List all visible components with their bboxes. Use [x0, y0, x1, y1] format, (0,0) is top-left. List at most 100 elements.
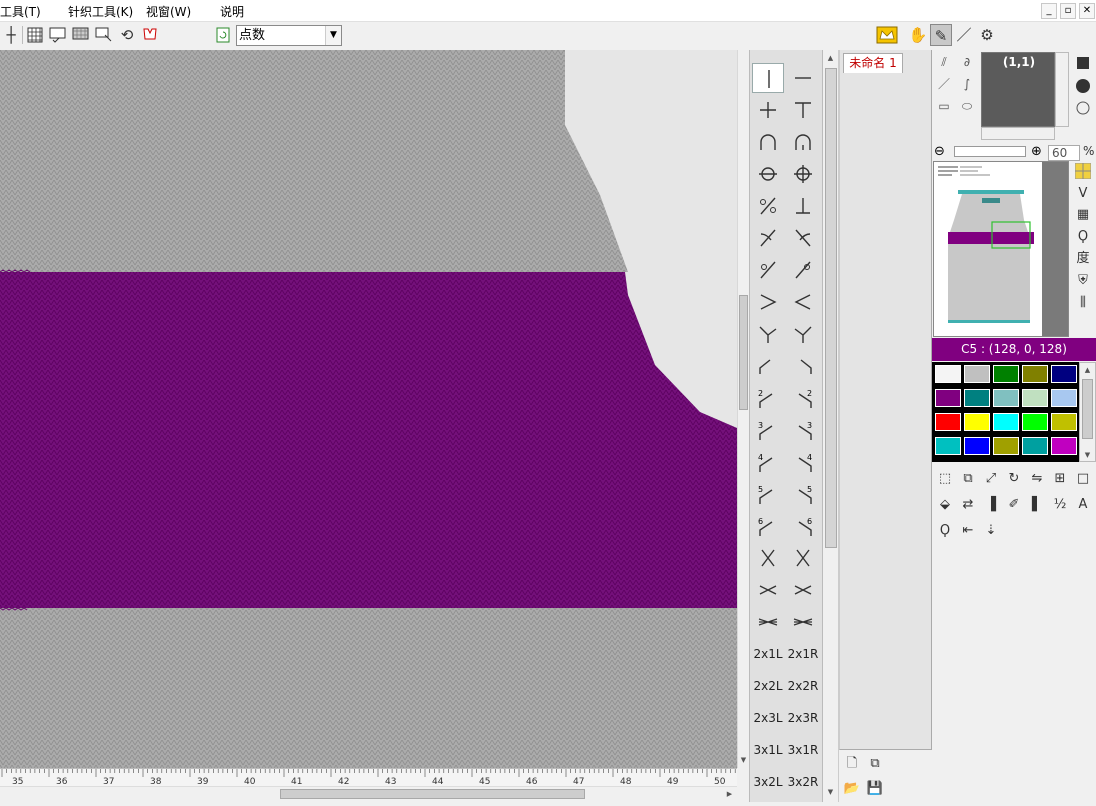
- grid-icon[interactable]: [24, 24, 46, 46]
- garment-v-icon[interactable]: V: [1073, 184, 1093, 204]
- square-shape-icon[interactable]: [1074, 54, 1092, 72]
- scroll-right-icon[interactable]: ▶: [724, 788, 735, 800]
- select-copy-icon[interactable]: ⬚: [935, 469, 955, 489]
- crown-icon[interactable]: [875, 24, 899, 46]
- stitch-3x2r[interactable]: 3x2R: [787, 767, 819, 797]
- stitch-less[interactable]: [787, 287, 819, 317]
- fill-bucket-icon[interactable]: ⬙: [935, 495, 955, 515]
- mirror-icon[interactable]: ⇋: [1027, 469, 1047, 489]
- stitch-tee[interactable]: [787, 95, 819, 125]
- needle-tool-icon[interactable]: Ϙ: [935, 521, 955, 541]
- stitch-circle-line[interactable]: [752, 159, 784, 189]
- move-left-icon[interactable]: ⇤: [958, 521, 978, 541]
- color-swatch[interactable]: [935, 365, 961, 383]
- pen-icon[interactable]: ✎: [930, 24, 952, 46]
- column-icon[interactable]: ▐: [981, 495, 1001, 515]
- shield-icon[interactable]: ⛨: [1073, 271, 1093, 291]
- circle-filled-icon[interactable]: [1074, 77, 1092, 95]
- canvas-vertical-scrollbar[interactable]: ▼: [737, 50, 749, 768]
- chevron-down-icon[interactable]: ▼: [325, 26, 341, 45]
- resize-icon[interactable]: ⤢: [981, 469, 1001, 489]
- new-file-icon[interactable]: 🗋: [843, 755, 861, 773]
- grid-split-icon[interactable]: ⊞: [1050, 469, 1070, 489]
- refresh-icon[interactable]: [212, 24, 234, 46]
- zoom-out-icon[interactable]: ⊖: [934, 144, 945, 159]
- color-swatch[interactable]: [935, 437, 961, 455]
- stitch-transfer-left-5[interactable]: 5: [752, 479, 784, 509]
- stitch-vertical-bar[interactable]: [752, 63, 784, 93]
- stitch-2x3r[interactable]: 2x3R: [787, 703, 819, 733]
- stitch-arch[interactable]: [752, 127, 784, 157]
- scroll-down-icon[interactable]: ▼: [825, 786, 836, 798]
- stitch-transfer-right-4[interactable]: 4: [787, 447, 819, 477]
- ratio-icon[interactable]: ½: [1050, 495, 1070, 515]
- needle-icon[interactable]: Ϙ: [1073, 227, 1093, 247]
- color-swatch[interactable]: [993, 389, 1019, 407]
- stitch-x-cross-2[interactable]: [787, 543, 819, 573]
- stitch-transfer-left-2[interactable]: 2: [752, 383, 784, 413]
- zoom-value-field[interactable]: 60: [1048, 145, 1080, 161]
- scroll-up-icon[interactable]: ▲: [825, 52, 836, 64]
- stitch-triple-cross[interactable]: [752, 607, 784, 637]
- color-swatch[interactable]: [1022, 365, 1048, 383]
- diagonal-line-icon[interactable]: ⫽: [934, 52, 954, 72]
- zoom-in-icon[interactable]: ⊕: [1031, 144, 1042, 159]
- restore-button[interactable]: ▫: [1060, 3, 1076, 19]
- garment-icon[interactable]: [139, 24, 161, 46]
- scroll-thumb[interactable]: [1082, 379, 1093, 439]
- color-swatch[interactable]: [964, 389, 990, 407]
- swatch-scrollbar[interactable]: ▲ ▼: [1079, 362, 1096, 462]
- stitch-3x1l[interactable]: 3x1L: [752, 735, 784, 765]
- color-swatch[interactable]: [993, 413, 1019, 431]
- duplicate-icon[interactable]: ⧉: [958, 469, 978, 489]
- stitch-triple-cross-2[interactable]: [787, 607, 819, 637]
- frame-icon[interactable]: □: [1073, 469, 1093, 489]
- stitch-2x2l[interactable]: 2x2L: [752, 671, 784, 701]
- scroll-thumb[interactable]: [739, 295, 748, 410]
- canvas-horizontal-scrollbar[interactable]: ▶: [0, 786, 737, 800]
- stitch-x-cross[interactable]: [752, 543, 784, 573]
- color-swatch[interactable]: [1051, 365, 1077, 383]
- bars-icon[interactable]: ⫼: [1073, 293, 1093, 313]
- stitch-cross-right[interactable]: [787, 223, 819, 253]
- stitch-cross-left[interactable]: [752, 223, 784, 253]
- select-rect-icon[interactable]: [47, 24, 69, 46]
- stitch-arch-tick[interactable]: [787, 127, 819, 157]
- stitch-y-right[interactable]: [787, 319, 819, 349]
- stitch-inverted-tee[interactable]: [787, 191, 819, 221]
- degree-icon[interactable]: 度: [1073, 249, 1093, 269]
- stitch-transfer-right-5[interactable]: 5: [787, 479, 819, 509]
- rectangle-icon[interactable]: ▭: [934, 96, 954, 116]
- line-tool-icon[interactable]: ／: [934, 74, 954, 94]
- rotate-360-icon[interactable]: ↻: [1004, 469, 1024, 489]
- color-swatch[interactable]: [1022, 437, 1048, 455]
- stitch-transfer-right-3[interactable]: 3: [787, 415, 819, 445]
- minimize-button[interactable]: _: [1041, 3, 1057, 19]
- file-tab[interactable]: 未命名 1: [843, 53, 903, 73]
- color-swatch[interactable]: [993, 365, 1019, 383]
- open-folder-icon[interactable]: 📂: [843, 780, 861, 798]
- stitch-2x2r[interactable]: 2x2R: [787, 671, 819, 701]
- text-a-icon[interactable]: A: [1073, 495, 1093, 515]
- knit-canvas[interactable]: [0, 50, 737, 768]
- green-brush-icon[interactable]: ✐: [1004, 495, 1024, 515]
- color-swatch[interactable]: [1022, 413, 1048, 431]
- stitch-percent[interactable]: [752, 191, 784, 221]
- preview-horizontal-scrollbar[interactable]: [981, 127, 1055, 140]
- color-swatch[interactable]: [964, 437, 990, 455]
- stitch-3x1r[interactable]: 3x1R: [787, 735, 819, 765]
- stitch-transfer-right[interactable]: [787, 351, 819, 381]
- zoom-slider[interactable]: [954, 146, 1026, 157]
- copy-file-icon[interactable]: ⧉: [866, 755, 884, 773]
- color-swatch[interactable]: [1051, 389, 1077, 407]
- scroll-up-icon[interactable]: ▲: [1082, 364, 1093, 376]
- hand-icon[interactable]: ✋: [907, 24, 929, 46]
- crosshair-icon[interactable]: ┼: [0, 24, 22, 46]
- column-edit-icon[interactable]: ▌: [1027, 495, 1047, 515]
- stitch-transfer-right-6[interactable]: 6: [787, 511, 819, 541]
- curve-tool-icon[interactable]: ∂: [957, 52, 977, 72]
- color-swatch-selected[interactable]: [935, 389, 961, 407]
- scroll-thumb[interactable]: [825, 68, 837, 548]
- color-swatch[interactable]: [1051, 437, 1077, 455]
- pattern-icon[interactable]: ▦: [1073, 205, 1093, 225]
